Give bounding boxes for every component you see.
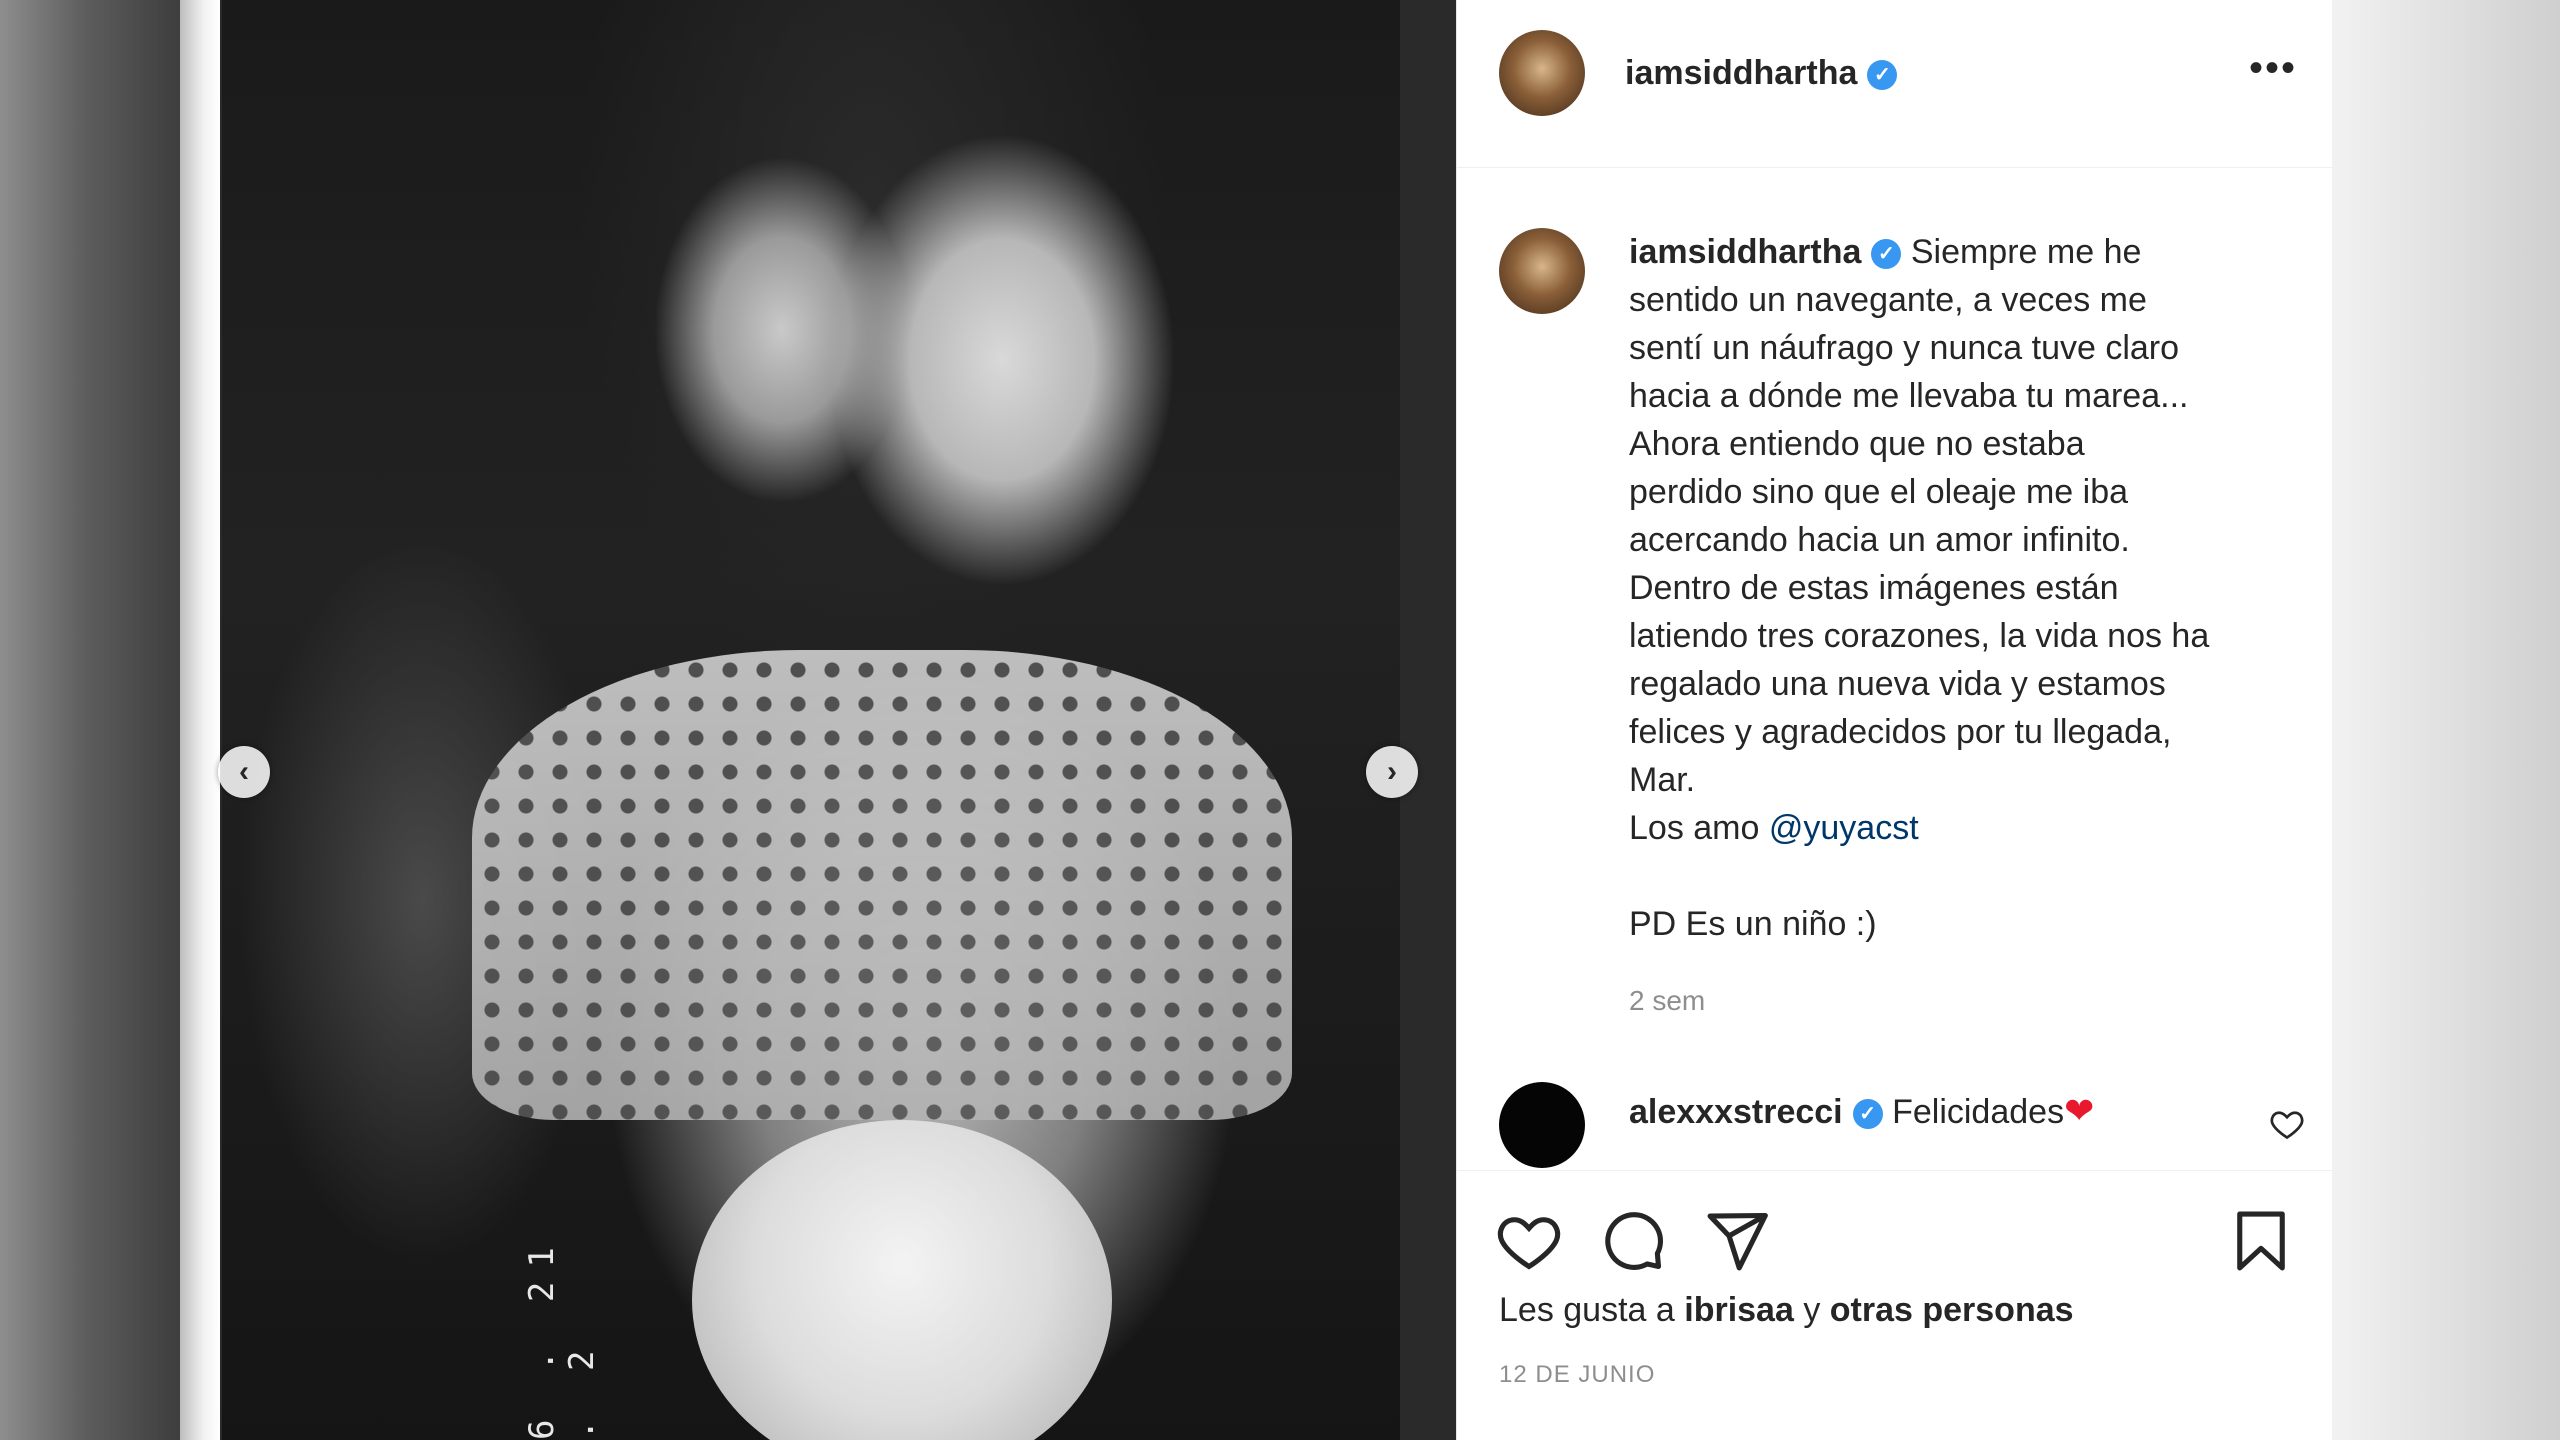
post-date[interactable]: 12 DE JUNIO <box>1499 1361 1655 1389</box>
author-avatar[interactable] <box>1499 30 1585 116</box>
bookmark-icon[interactable] <box>2227 1207 2295 1275</box>
commenter-username[interactable]: alexxxstrecci <box>1629 1093 1843 1131</box>
comment-text: alexxxstrecci ✓ Felicidades❤ <box>1629 1090 2094 1132</box>
likes-summary[interactable]: Les gusta a ibrisaa y otras personas <box>1499 1291 2074 1330</box>
share-icon[interactable] <box>1703 1207 1771 1275</box>
post-photo[interactable]: 6 . 21 . 2 <box>222 0 1400 1440</box>
caption-line: Dentro de estas imágenes están <box>1629 569 2119 607</box>
caption-line: regalado una nueva vida y estamos <box>1629 665 2166 703</box>
caption-line: acercando hacia un amor infinito. <box>1629 521 2130 559</box>
likes-others[interactable]: otras personas <box>1830 1291 2074 1329</box>
verified-badge-icon: ✓ <box>1867 60 1898 91</box>
author-username-text[interactable]: iamsiddhartha <box>1625 54 1857 92</box>
caption-line: Ahora entiendo que no estaba <box>1629 425 2085 463</box>
comment-row: alexxxstrecci ✓ Felicidades❤ <box>1499 1082 2304 1172</box>
caption-line: latiendo tres corazones, la vida nos ha <box>1629 617 2210 655</box>
like-icon[interactable] <box>1495 1207 1563 1275</box>
caption-line: sentido un navegante, a veces me <box>1629 281 2147 319</box>
comment-like-icon[interactable] <box>2269 1106 2305 1142</box>
verified-badge-icon: ✓ <box>1871 239 1902 270</box>
caption-line: Siempre me he <box>1910 233 2142 271</box>
post-actions: Les gusta a ibrisaa y otras personas 12 … <box>1457 1170 2333 1440</box>
blurred-background-right <box>2330 0 2560 1440</box>
post-time-ago[interactable]: 2 sem <box>1629 985 1705 1017</box>
caption-username[interactable]: iamsiddhartha <box>1629 233 1861 271</box>
prev-arrow-icon[interactable]: ‹ <box>218 746 270 798</box>
likes-user[interactable]: ibrisaa <box>1684 1291 1794 1329</box>
photo-floral-top <box>472 650 1292 1120</box>
likes-prefix: Les gusta a <box>1499 1291 1675 1329</box>
film-date-stamp: 6 . 21 . 2 <box>522 1233 602 1440</box>
post-side-panel: iamsiddhartha ✓ ••• iamsiddhartha ✓ Siempr… <box>1456 0 2333 1440</box>
heart-emoji: ❤ <box>2064 1090 2095 1131</box>
caption-line: sentí un náufrago y nunca tuve claro <box>1629 329 2180 367</box>
caption-line: Los amo <box>1629 809 1760 847</box>
caption-author-avatar[interactable] <box>1499 228 1585 314</box>
photo-belly <box>692 1120 1112 1440</box>
mention-link[interactable]: @yuyacst <box>1769 809 1919 847</box>
blurred-background-left <box>0 0 190 1440</box>
caption-line: hacia a dónde me llevaba tu marea... <box>1629 377 2189 415</box>
post-caption: iamsiddhartha ✓ Siempre me he sentido un … <box>1629 228 2269 948</box>
post-header: iamsiddhartha ✓ ••• <box>1457 0 2333 168</box>
next-arrow-icon[interactable]: › <box>1366 746 1418 798</box>
author-username[interactable]: iamsiddhartha ✓ <box>1625 54 1898 93</box>
caption-line: felices y agradecidos por tu llegada, <box>1629 713 2172 751</box>
verified-badge-icon: ✓ <box>1852 1099 1883 1130</box>
caption-line: Mar. <box>1629 761 1696 799</box>
comment-icon[interactable] <box>1599 1207 1667 1275</box>
caption-line: PD Es un niño :) <box>1629 905 1877 943</box>
more-options-icon[interactable]: ••• <box>2249 48 2297 88</box>
commenter-avatar[interactable] <box>1499 1082 1585 1168</box>
likes-connector: y <box>1803 1291 1821 1329</box>
caption-line: perdido sino que el oleaje me iba <box>1629 473 2129 511</box>
comment-body: Felicidades <box>1892 1093 2065 1131</box>
blurred-frame-edge <box>180 0 220 1440</box>
